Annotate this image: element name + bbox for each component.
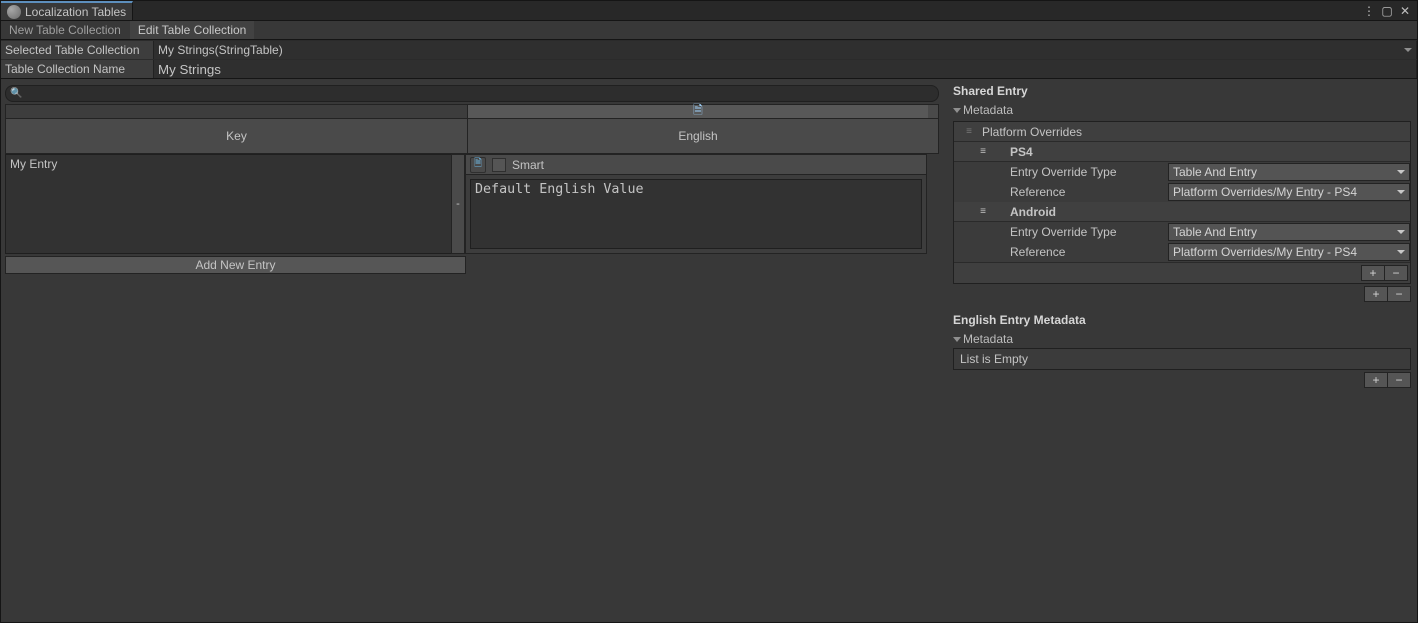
search-bar[interactable]: 🔍	[5, 85, 939, 102]
page-icon[interactable]: 🗎	[470, 157, 486, 173]
smart-checkbox[interactable]	[492, 158, 506, 172]
chevron-down-icon	[953, 108, 961, 113]
column-header-english[interactable]: English	[467, 119, 928, 153]
tab-new-table-collection[interactable]: New Table Collection	[1, 21, 129, 39]
drag-handle-icon: ≡	[980, 146, 984, 157]
collection-name-label: Table Collection Name	[1, 62, 153, 76]
metadata-label: Metadata	[963, 332, 1013, 346]
ps4-override-type-dropdown[interactable]: Table And Entry	[1168, 163, 1410, 181]
tab-edit-table-collection[interactable]: Edit Table Collection	[130, 21, 255, 39]
window-controls: ⋮ ▢ ✕	[1361, 1, 1417, 20]
platform-name-android[interactable]: Android	[1010, 205, 1410, 219]
selected-collection-row: Selected Table Collection My Strings(Str…	[1, 40, 1417, 59]
drag-handle-icon: ≡	[966, 126, 970, 137]
chevron-down-icon	[953, 337, 961, 342]
close-icon[interactable]: ✕	[1397, 3, 1413, 19]
sub-tabs: New Table Collection Edit Table Collecti…	[1, 21, 1417, 40]
platform-remove-button[interactable]: −	[1384, 265, 1408, 281]
platform-overrides-footer: + −	[954, 262, 1410, 283]
selected-collection-dropdown[interactable]: My Strings(StringTable)	[153, 41, 1417, 59]
collection-name-row: Table Collection Name	[1, 59, 1417, 78]
right-panel: Shared Entry Metadata ≡ Platform Overrid…	[947, 79, 1417, 622]
android-override-type-label: Entry Override Type	[1010, 225, 1168, 239]
window-tab-row: Localization Tables ⋮ ▢ ✕	[1, 1, 1417, 21]
selected-collection-value: My Strings(StringTable)	[158, 43, 283, 57]
window-title: Localization Tables	[25, 5, 126, 19]
metadata-label: Metadata	[963, 103, 1013, 117]
maximize-icon[interactable]: ▢	[1379, 3, 1395, 19]
chevron-down-icon	[1397, 250, 1405, 254]
shared-metadata-remove-button[interactable]: −	[1387, 286, 1411, 302]
platform-overrides-header[interactable]: ≡ Platform Overrides	[954, 122, 1410, 142]
chevron-down-icon	[1397, 230, 1405, 234]
entry-value-input[interactable]	[470, 179, 922, 249]
entry-key-input[interactable]: My Entry	[5, 154, 451, 254]
drag-handle-icon: ≡	[980, 206, 984, 217]
key-cell-wrapper: My Entry -	[5, 154, 466, 254]
globe-icon	[7, 5, 21, 19]
chevron-down-icon	[1397, 170, 1405, 174]
shared-metadata-foldout[interactable]: Metadata	[953, 101, 1411, 119]
entries-grid: 🗎 Key English My Entry - 🗎 S	[5, 104, 939, 274]
main-split: 🔍 🗎 Key English My Entry -	[1, 78, 1417, 622]
selected-collection-label: Selected Table Collection	[1, 43, 153, 57]
smart-label: Smart	[512, 158, 544, 172]
english-metadata-remove-button[interactable]: −	[1387, 372, 1411, 388]
column-header-key[interactable]: Key	[6, 119, 467, 153]
add-new-entry-button[interactable]: Add New Entry	[5, 256, 466, 274]
ps4-reference-dropdown[interactable]: Platform Overrides/My Entry - PS4	[1168, 183, 1410, 201]
value-toolbar: 🗎 Smart	[466, 155, 926, 175]
english-entry-title: English Entry Metadata	[953, 310, 1411, 330]
column-grab-lang[interactable]: 🗎	[467, 105, 928, 118]
shared-entry-title: Shared Entry	[953, 81, 1411, 101]
shared-metadata-add-button[interactable]: +	[1364, 286, 1388, 302]
ps4-override-type-label: Entry Override Type	[1010, 165, 1168, 179]
platform-name-ps4[interactable]: PS4	[1010, 145, 1410, 159]
column-grab-blank	[6, 105, 467, 118]
table-row: My Entry - 🗎 Smart	[5, 154, 939, 254]
chevron-down-icon	[1404, 48, 1412, 52]
search-input[interactable]	[22, 86, 934, 101]
remove-entry-button[interactable]: -	[451, 154, 465, 254]
android-reference-label: Reference	[1010, 245, 1168, 259]
english-metadata-add-button[interactable]: +	[1364, 372, 1388, 388]
window-tab-localization-tables[interactable]: Localization Tables	[1, 1, 133, 20]
android-override-type-dropdown[interactable]: Table And Entry	[1168, 223, 1410, 241]
left-panel: 🔍 🗎 Key English My Entry -	[1, 79, 943, 622]
ps4-reference-label: Reference	[1010, 185, 1168, 199]
english-metadata-foldout[interactable]: Metadata	[953, 330, 1411, 348]
collection-name-input[interactable]	[153, 60, 1417, 78]
value-cell-wrapper: 🗎 Smart	[466, 154, 927, 254]
root: Localization Tables ⋮ ▢ ✕ New Table Coll…	[0, 0, 1418, 623]
platform-overrides-box: ≡ Platform Overrides ≡ PS4 Entry Overrid…	[953, 121, 1411, 284]
search-icon: 🔍	[10, 88, 22, 99]
platform-add-button[interactable]: +	[1361, 265, 1385, 281]
android-reference-dropdown[interactable]: Platform Overrides/My Entry - PS4	[1168, 243, 1410, 261]
kebab-icon[interactable]: ⋮	[1361, 3, 1377, 19]
english-metadata-empty: List is Empty	[953, 348, 1411, 370]
platform-overrides-title: Platform Overrides	[982, 125, 1410, 139]
chevron-down-icon	[1397, 190, 1405, 194]
